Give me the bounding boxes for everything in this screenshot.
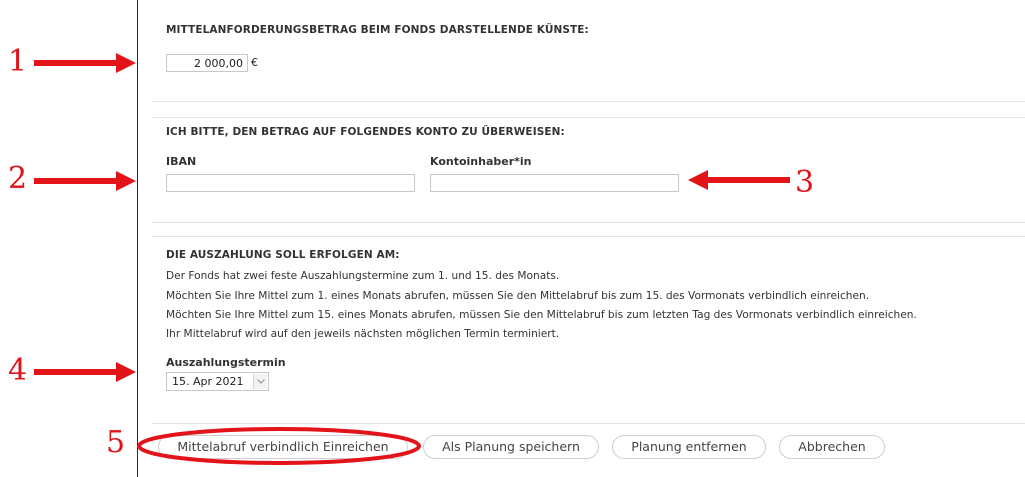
section-divider <box>152 222 1025 223</box>
bank-transfer-heading: ICH BITTE, DEN BETRAG AUF FOLGENDES KONT… <box>166 126 565 138</box>
annotation-arrow-left-icon <box>688 170 790 190</box>
amount-input[interactable] <box>166 54 248 72</box>
section-divider <box>152 236 1025 237</box>
section-divider <box>152 101 1025 102</box>
payout-info-line: Der Fonds hat zwei feste Auszahlungsterm… <box>166 270 560 282</box>
annotation-highlight-ellipse <box>137 427 421 465</box>
section-divider <box>152 423 1025 424</box>
payout-info-line: Möchten Sie Ihre Mittel zum 1. eines Mon… <box>166 290 870 302</box>
payout-date-label: Auszahlungstermin <box>166 356 286 369</box>
annotation-arrow-right-icon <box>34 362 136 382</box>
annotation-number-4: 4 <box>8 353 28 388</box>
annotation-arrow-right-icon <box>34 53 136 73</box>
payout-date-select[interactable]: 15. Apr 2021 <box>166 372 269 391</box>
payout-info-line: Ihr Mittelabruf wird auf den jeweils näc… <box>166 328 560 340</box>
payout-heading: DIE AUSZAHLUNG SOLL ERFOLGEN AM: <box>166 249 400 261</box>
account-holder-input[interactable] <box>430 174 679 192</box>
cancel-button[interactable]: Abbrechen <box>779 435 885 459</box>
iban-input[interactable] <box>166 174 415 192</box>
annotation-number-2: 2 <box>8 161 28 196</box>
account-holder-label: Kontoinhaber*in <box>430 155 532 168</box>
payout-date-value: 15. Apr 2021 <box>172 375 244 388</box>
funding-amount-heading: MITTELANFORDERUNGSBETRAG BEIM FONDS DARS… <box>166 24 589 36</box>
annotation-arrow-right-icon <box>34 171 136 191</box>
annotation-number-1: 1 <box>8 44 28 79</box>
currency-symbol: € <box>251 56 258 69</box>
section-divider <box>152 117 1025 118</box>
chevron-down-icon[interactable] <box>253 374 267 389</box>
annotation-number-5: 5 <box>106 425 126 460</box>
save-as-plan-button[interactable]: Als Planung speichern <box>423 435 599 459</box>
iban-label: IBAN <box>166 155 197 168</box>
annotation-number-3: 3 <box>795 165 815 200</box>
remove-plan-button[interactable]: Planung entfernen <box>612 435 766 459</box>
payout-info-line: Möchten Sie Ihre Mittel zum 15. eines Mo… <box>166 309 917 321</box>
